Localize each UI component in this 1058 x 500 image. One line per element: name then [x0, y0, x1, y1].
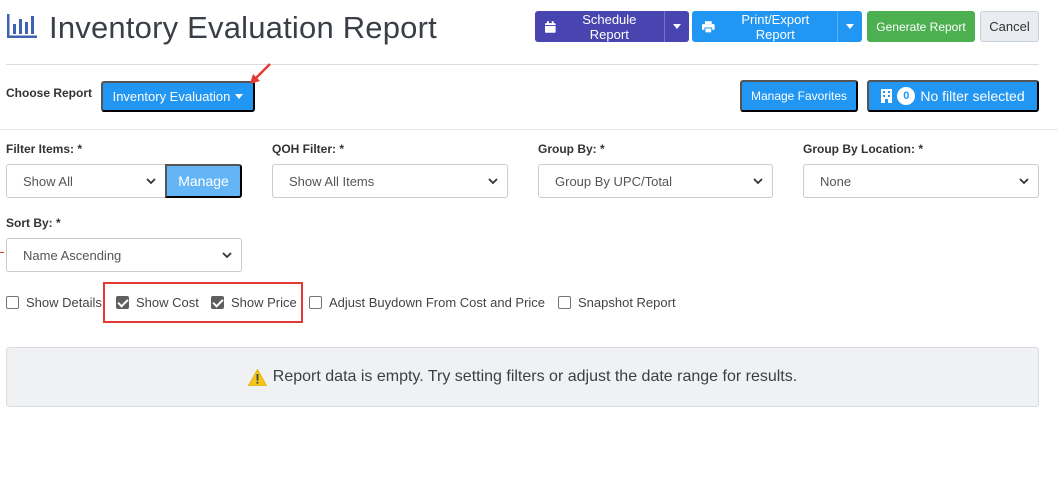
empty-report-message: Report data is empty. Try setting filter… — [272, 368, 798, 385]
annotation-highlight-box — [103, 282, 303, 323]
schedule-report-split-button: Schedule Report — [535, 11, 689, 42]
choose-report-value: Inventory Evaluation — [112, 89, 231, 104]
group-by-value: Group By UPC/Total — [555, 173, 673, 189]
annotation-arrow-icon — [250, 63, 271, 84]
chevron-down-icon — [1019, 178, 1029, 185]
printer-icon — [702, 20, 715, 33]
adjust-buydown-checkbox[interactable] — [309, 295, 322, 309]
caret-down-icon — [846, 24, 854, 29]
sort-by-label: Sort By: * — [6, 216, 61, 230]
annotation-mark — [0, 252, 4, 253]
print-export-label: Print/Export Report — [741, 11, 810, 42]
qoh-filter-select[interactable]: Show All Items — [272, 164, 508, 198]
page-title: Inventory Evaluation Report — [49, 10, 437, 45]
caret-down-icon — [235, 94, 244, 99]
chevron-down-icon — [222, 252, 232, 259]
snapshot-report-checkbox[interactable] — [558, 295, 571, 309]
adjust-buydown-label: Adjust Buydown From Cost and Price — [329, 294, 546, 310]
filter-status-label: No filter selected — [920, 88, 1025, 104]
group-by-location-value: None — [820, 173, 852, 189]
show-details-option[interactable]: Show Details — [6, 294, 102, 310]
group-by-label: Group By: * — [538, 142, 605, 156]
manage-filter-items-button[interactable]: Manage — [165, 164, 242, 198]
show-details-label: Show Details — [26, 294, 102, 310]
show-details-checkbox[interactable] — [6, 295, 19, 309]
print-export-split-button: Print/Export Report — [692, 11, 862, 42]
schedule-report-button[interactable]: Schedule Report — [535, 11, 664, 42]
header-divider — [6, 64, 1039, 65]
filter-count-badge: 0 — [897, 87, 916, 105]
snapshot-report-option[interactable]: Snapshot Report — [558, 294, 676, 310]
snapshot-report-label: Snapshot Report — [578, 294, 676, 310]
group-by-location-select[interactable]: None — [803, 164, 1039, 198]
qoh-filter-value: Show All Items — [289, 173, 375, 189]
bar-chart-icon — [7, 14, 37, 38]
section-divider — [0, 129, 1058, 130]
report-header: Inventory Evaluation Report Schedule Rep… — [0, 0, 1058, 65]
group-by-select[interactable]: Group By UPC/Total — [538, 164, 773, 198]
cancel-button[interactable]: Cancel — [980, 11, 1039, 42]
filter-items-select[interactable]: Show All — [6, 164, 166, 198]
warning-icon — [247, 368, 267, 386]
chevron-down-icon — [753, 178, 763, 185]
sort-by-value: Name Ascending — [23, 247, 122, 263]
empty-report-alert: Report data is empty. Try setting filter… — [6, 347, 1039, 407]
chevron-down-icon — [146, 178, 156, 185]
print-export-button[interactable]: Print/Export Report — [692, 11, 837, 42]
filter-selector-button[interactable]: 0 No filter selected — [867, 80, 1039, 112]
qoh-filter-label: QOH Filter: * — [272, 142, 345, 156]
manage-favorites-button[interactable]: Manage Favorites — [740, 80, 858, 112]
adjust-buydown-option[interactable]: Adjust Buydown From Cost and Price — [309, 294, 545, 310]
schedule-report-label: Schedule Report — [582, 11, 637, 42]
choose-report-dropdown[interactable]: Inventory Evaluation — [101, 81, 255, 112]
building-icon — [881, 89, 893, 103]
group-by-location-label: Group By Location: * — [803, 142, 923, 156]
calendar-icon — [545, 20, 556, 33]
schedule-report-dropdown-toggle[interactable] — [664, 11, 689, 42]
choose-report-label: Choose Report — [6, 86, 93, 100]
caret-down-icon — [673, 24, 681, 29]
filter-items-label: Filter Items: * — [6, 142, 83, 156]
generate-report-button[interactable]: Generate Report — [867, 11, 975, 42]
sort-by-select[interactable]: Name Ascending — [6, 238, 242, 272]
chevron-down-icon — [488, 178, 498, 185]
filter-items-value: Show All — [23, 173, 73, 189]
print-export-dropdown-toggle[interactable] — [837, 11, 862, 42]
